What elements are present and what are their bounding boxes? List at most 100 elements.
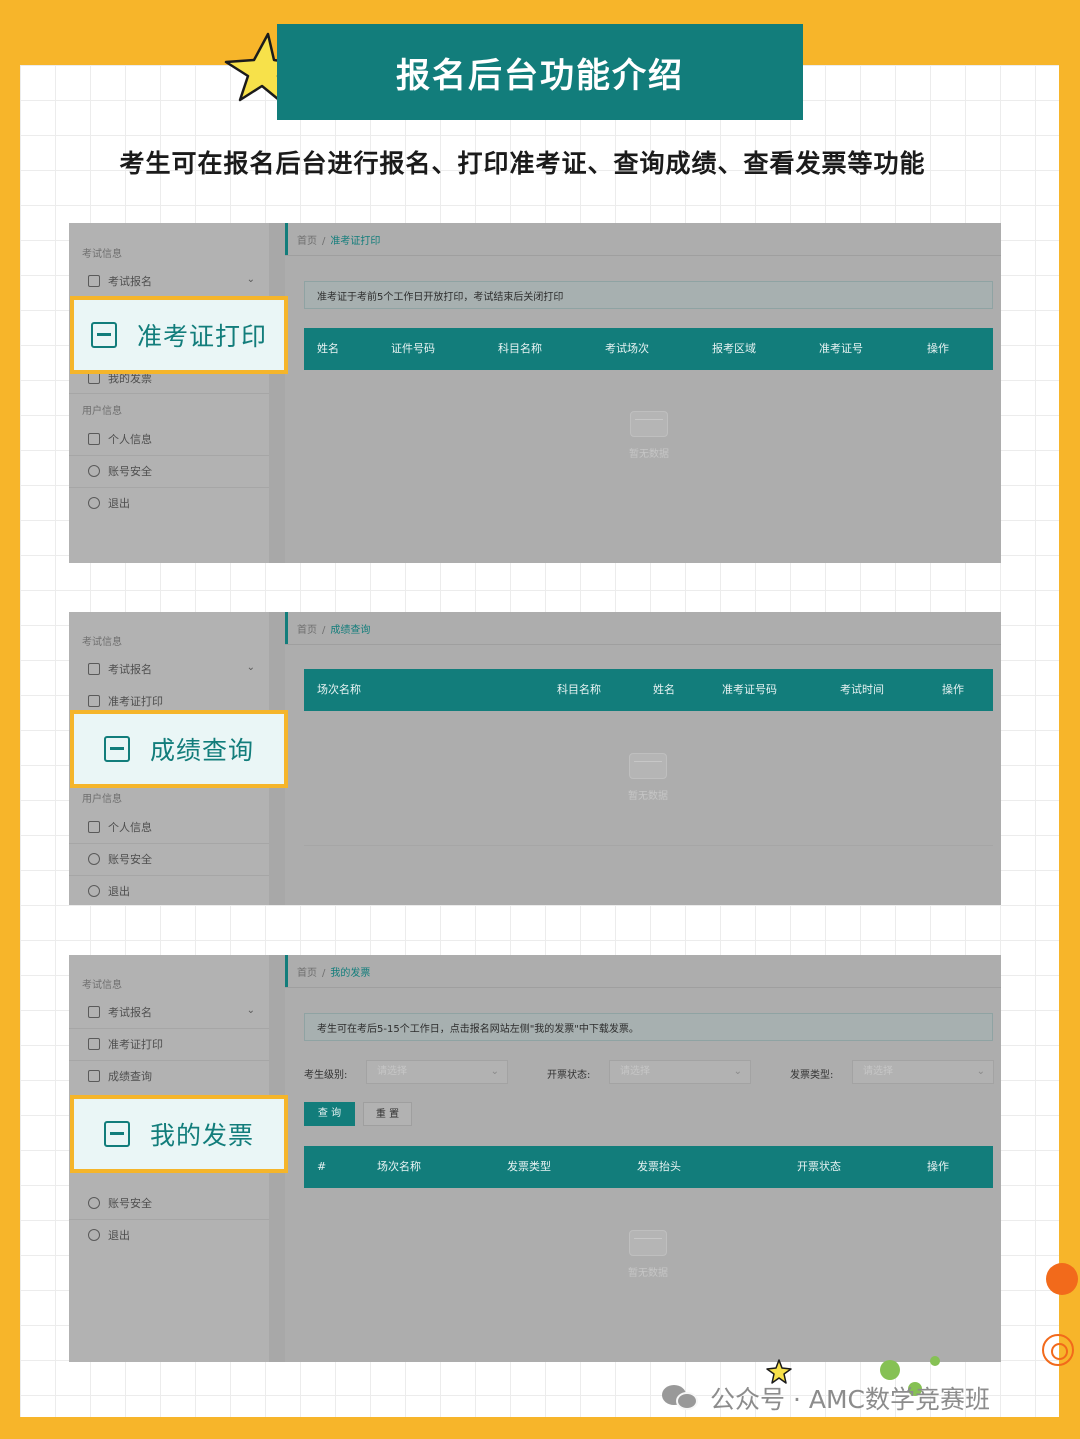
- empty-box-icon: [629, 1230, 667, 1256]
- sidebar-item-logout[interactable]: 退出: [69, 875, 269, 905]
- sidebar-item-ticket-print[interactable]: 准考证打印: [69, 1028, 269, 1060]
- main-content: 首页 / 准考证打印 准考证于考前5个工作日开放打印，考试结束后关闭打印 姓名 证件…: [285, 223, 1001, 563]
- filter-label-level: 考生级别:: [304, 1070, 348, 1081]
- column-header: 姓名: [317, 342, 339, 355]
- sidebar-item-label: 考试报名: [108, 663, 152, 676]
- table-header: 姓名 证件号码 科目名称 考试场次 报考区域 准考证号 操作: [304, 328, 993, 370]
- empty-state-text: 暂无数据: [628, 791, 668, 802]
- callout-label: 我的发票: [149, 1121, 254, 1150]
- column-header: 科目名称: [557, 683, 601, 696]
- column-header: 操作: [927, 342, 949, 355]
- chevron-down-icon: ⌄: [976, 1066, 985, 1077]
- breadcrumb-home[interactable]: 首页: [297, 968, 317, 979]
- column-header: 操作: [942, 683, 964, 696]
- notice-banner: 考生可在考后5-15个工作日，点击报名网站左侧"我的发票"中下载发票。: [304, 1013, 993, 1041]
- printer-icon: [88, 695, 100, 707]
- divider: [285, 644, 1001, 645]
- callout-label: 成绩查询: [149, 736, 254, 765]
- callout-label: 准考证打印: [136, 322, 267, 351]
- column-header: 姓名: [653, 683, 675, 696]
- column-header: 操作: [927, 1160, 949, 1173]
- empty-state: 暂无数据: [609, 411, 689, 460]
- filter-select-status[interactable]: 请选择 ⌄: [609, 1060, 751, 1084]
- breadcrumb: 首页 / 成绩查询: [297, 621, 370, 636]
- filter-select-type[interactable]: 请选择 ⌄: [852, 1060, 994, 1084]
- sidebar-item-logout[interactable]: 退出: [69, 1219, 269, 1251]
- column-header: 科目名称: [498, 342, 542, 355]
- column-header: 准考证号: [819, 342, 863, 355]
- empty-state: 暂无数据: [608, 753, 688, 802]
- breadcrumb-current: 准考证打印: [330, 236, 381, 247]
- sidebar-item-profile[interactable]: 个人信息: [69, 423, 269, 455]
- logout-icon: [88, 1229, 100, 1241]
- sidebar-item-label: 成绩查询: [108, 1070, 152, 1083]
- sidebar-item-exam-signup[interactable]: 考试报名 ⌄: [69, 265, 269, 297]
- breadcrumb-home[interactable]: 首页: [297, 625, 317, 636]
- spiral-decoration: [1042, 1334, 1074, 1366]
- breadcrumb-separator: /: [322, 625, 326, 636]
- select-placeholder: 请选择: [377, 1066, 407, 1077]
- page-title: 报名后台功能介绍: [277, 24, 803, 120]
- chevron-down-icon: ⌄: [733, 1066, 742, 1077]
- sidebar-item-account-security[interactable]: 账号安全: [69, 843, 269, 875]
- sidebar-item-label: 考试报名: [108, 275, 152, 288]
- chevron-down-icon: ⌄: [246, 274, 255, 285]
- divider: [285, 255, 1001, 256]
- sidebar-item-label: 准考证打印: [108, 695, 163, 708]
- column-header: 考试场次: [605, 342, 649, 355]
- sidebar-item-label: 退出: [108, 1229, 130, 1242]
- id-card-icon: [88, 433, 100, 445]
- green-dot-decoration: [930, 1356, 940, 1366]
- filter-select-level[interactable]: 请选择 ⌄: [366, 1060, 508, 1084]
- reset-button[interactable]: 重 置: [363, 1102, 412, 1126]
- sidebar-item-profile[interactable]: 个人信息: [69, 811, 269, 843]
- page-subtitle: 考生可在报名后台进行报名、打印准考证、查询成绩、查看发票等功能: [119, 149, 926, 178]
- column-header: 场次名称: [377, 1160, 421, 1173]
- invoice-icon: [103, 1121, 130, 1147]
- column-header: 考试时间: [840, 683, 884, 696]
- breadcrumb: 首页 / 我的发票: [297, 964, 370, 979]
- sidebar-item-label: 准考证打印: [108, 1038, 163, 1051]
- table-header: 场次名称 科目名称 姓名 准考证号码 考试时间 操作: [304, 669, 993, 711]
- sidebar-item-score-query[interactable]: 成绩查询: [69, 1060, 269, 1092]
- column-header: 发票抬头: [637, 1160, 681, 1173]
- empty-state-text: 暂无数据: [629, 449, 669, 460]
- edit-icon: [88, 275, 100, 287]
- sidebar-item-account-security[interactable]: 账号安全: [69, 455, 269, 487]
- sidebar-section-exam-info: 考试信息: [82, 637, 122, 648]
- sidebar-item-exam-signup[interactable]: 考试报名 ⌄: [69, 996, 269, 1028]
- main-content: 首页 / 我的发票 考生可在考后5-15个工作日，点击报名网站左侧"我的发票"中下载…: [285, 955, 1001, 1362]
- sidebar-item-label: 退出: [108, 497, 130, 510]
- shield-icon: [88, 1197, 100, 1209]
- empty-state-text: 暂无数据: [628, 1268, 668, 1279]
- sidebar-item-account-security[interactable]: 账号安全: [69, 1187, 269, 1219]
- edit-icon: [88, 663, 100, 675]
- table-header: # 场次名称 发票类型 发票抬头 开票状态 操作: [304, 1146, 993, 1188]
- sidebar-gutter: [269, 223, 285, 563]
- column-header: 发票类型: [507, 1160, 551, 1173]
- sidebar-item-label: 账号安全: [108, 1197, 152, 1210]
- breadcrumb-current: 我的发票: [330, 968, 371, 979]
- sidebar-item-logout[interactable]: 退出: [69, 487, 269, 519]
- empty-box-icon: [629, 753, 667, 779]
- sidebar-item-exam-signup[interactable]: 考试报名 ⌄: [69, 653, 269, 685]
- sidebar-section-exam-info: 考试信息: [82, 249, 122, 260]
- breadcrumb-accent: [285, 955, 288, 987]
- sidebar-item-label: 个人信息: [108, 821, 152, 834]
- query-button[interactable]: 查 询: [304, 1102, 355, 1126]
- select-placeholder: 请选择: [620, 1066, 650, 1077]
- sidebar: 考试信息 考试报名 ⌄ 我的发票 用户信息 个人信息 账号安全 退出: [69, 223, 269, 563]
- column-header: 场次名称: [317, 683, 361, 696]
- chevron-down-icon: ⌄: [490, 1066, 499, 1077]
- orange-circle-decoration: [1046, 1263, 1078, 1295]
- sidebar-item-label: 个人信息: [108, 433, 152, 446]
- filter-label-type: 发票类型:: [790, 1070, 834, 1081]
- breadcrumb-home[interactable]: 首页: [297, 236, 317, 247]
- logout-icon: [88, 497, 100, 509]
- select-placeholder: 请选择: [863, 1066, 893, 1077]
- breadcrumb-separator: /: [322, 968, 326, 979]
- main-content: 首页 / 成绩查询 场次名称 科目名称 姓名 准考证号码 考试时间 操作 暂无数据: [285, 612, 1001, 905]
- callout-my-invoice: 我的发票: [70, 1095, 288, 1173]
- column-header: #: [317, 1160, 327, 1173]
- breadcrumb-accent: [285, 612, 288, 644]
